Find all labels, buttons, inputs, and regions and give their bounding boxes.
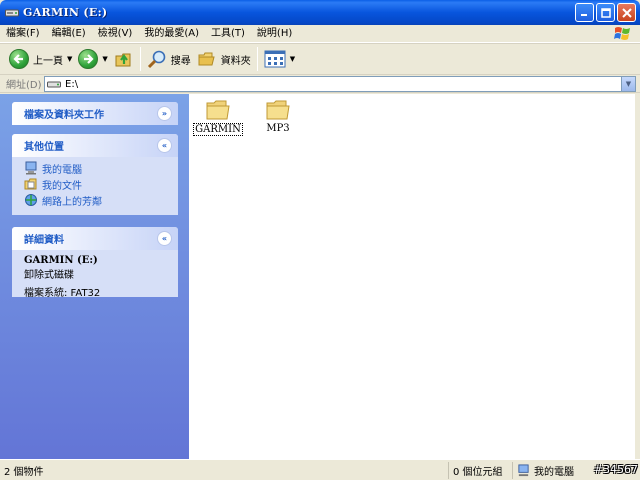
- drive-icon: [5, 9, 19, 17]
- windows-logo-icon: [614, 27, 630, 40]
- toolbar: 上一頁 ▼ ▼ 搜尋 資料夾 ▼: [0, 43, 640, 75]
- menu-edit[interactable]: 編輯(E): [46, 25, 92, 43]
- chevron-down-icon[interactable]: ▼: [67, 55, 72, 63]
- toolbar-separator: [256, 47, 258, 71]
- details-panel: 詳細資料 « GARMIN (E:) 卸除式磁碟 檔案系統: FAT32: [12, 227, 178, 299]
- address-bar: 網址(D) E:\ ▼: [0, 75, 640, 93]
- other-places-header[interactable]: 其他位置 «: [12, 134, 178, 157]
- task-pane: 檔案及資料夾工作 » 其他位置 « 我的電腦 我的文件 網路上的芳鄰 詳細資料 …: [0, 94, 189, 459]
- status-bar: 2 個物件 0 個位元組 我的電腦: [0, 459, 640, 480]
- folder-item-garmin[interactable]: GARMIN: [188, 99, 248, 136]
- toolbar-separator: [139, 47, 141, 71]
- link-label: 我的文件: [42, 180, 82, 192]
- address-dropdown-button[interactable]: ▼: [621, 77, 635, 91]
- close-button[interactable]: [617, 3, 636, 22]
- back-arrow-icon: [9, 49, 29, 69]
- status-size-cell: 0 個位元組: [448, 462, 512, 479]
- folder-label: MP3: [266, 123, 290, 134]
- link-label: 網路上的芳鄰: [42, 196, 102, 208]
- maximize-icon: [600, 7, 611, 18]
- views-button[interactable]: ▼: [261, 46, 298, 72]
- menu-tools[interactable]: 工具(T): [205, 25, 251, 43]
- other-places-panel: 其他位置 « 我的電腦 我的文件 網路上的芳鄰: [12, 134, 178, 215]
- file-tasks-panel: 檔案及資料夾工作 »: [12, 102, 178, 125]
- menu-bar: 檔案(F) 編輯(E) 檢視(V) 我的最愛(A) 工具(T) 說明(H): [0, 25, 640, 43]
- close-icon: [621, 7, 632, 18]
- status-size: 0 個位元組: [453, 467, 503, 478]
- menu-help[interactable]: 說明(H): [251, 25, 298, 43]
- folder-item-mp3[interactable]: MP3: [248, 99, 308, 134]
- collapse-icon[interactable]: «: [157, 231, 172, 246]
- watermark: #34567: [593, 463, 638, 476]
- maximize-button[interactable]: [596, 3, 615, 22]
- forward-arrow-icon: [78, 49, 99, 69]
- folders-icon: [198, 52, 215, 66]
- details-type: 卸除式磁碟: [24, 270, 74, 281]
- link-my-documents[interactable]: 我的文件: [24, 176, 166, 192]
- menu-view[interactable]: 檢視(V): [92, 25, 139, 43]
- window-title: GARMIN (E:): [23, 6, 108, 19]
- search-label: 搜尋: [170, 55, 191, 67]
- folder-icon: [266, 100, 290, 120]
- up-folder-button[interactable]: [111, 46, 137, 72]
- search-icon: [147, 50, 166, 69]
- computer-icon: [25, 161, 37, 175]
- details-filesystem: 檔案系統: FAT32: [24, 288, 101, 299]
- back-label: 上一頁: [33, 55, 63, 67]
- views-icon: [264, 50, 286, 68]
- folder-up-icon: [115, 53, 131, 67]
- status-object-count: 2 個物件: [4, 467, 44, 478]
- link-label: 我的電腦: [42, 164, 82, 176]
- documents-folder-icon: [24, 178, 37, 190]
- folder-label: GARMIN: [193, 123, 243, 136]
- file-view[interactable]: GARMIN MP3: [189, 94, 635, 459]
- link-network-places[interactable]: 網路上的芳鄰: [24, 192, 166, 208]
- file-tasks-header[interactable]: 檔案及資料夾工作 »: [12, 102, 178, 125]
- file-tasks-title: 檔案及資料夾工作: [24, 110, 104, 121]
- menu-file[interactable]: 檔案(F): [0, 25, 46, 43]
- details-name: GARMIN (E:): [24, 255, 98, 266]
- address-input[interactable]: E:\ ▼: [44, 76, 636, 92]
- back-button[interactable]: 上一頁 ▼: [6, 46, 75, 72]
- minimize-icon: [581, 14, 587, 16]
- status-location: 我的電腦: [534, 467, 574, 478]
- chevron-down-icon[interactable]: ▼: [290, 55, 295, 63]
- drive-icon: [47, 81, 61, 88]
- minimize-button[interactable]: [575, 3, 594, 22]
- folder-icon: [206, 100, 230, 120]
- chevron-down-icon[interactable]: ▼: [102, 55, 107, 63]
- forward-button[interactable]: ▼: [75, 46, 110, 72]
- address-label: 網址(D): [6, 80, 42, 91]
- folders-label: 資料夾: [220, 55, 251, 67]
- window-border: [635, 94, 640, 459]
- address-value: E:\: [65, 78, 79, 90]
- expand-icon[interactable]: »: [157, 106, 172, 121]
- details-header[interactable]: 詳細資料 «: [12, 227, 178, 250]
- network-icon: [25, 194, 37, 206]
- title-bar[interactable]: GARMIN (E:): [0, 0, 640, 25]
- link-my-computer[interactable]: 我的電腦: [24, 160, 166, 176]
- other-places-title: 其他位置: [24, 142, 64, 153]
- collapse-icon[interactable]: «: [157, 138, 172, 153]
- search-button[interactable]: 搜尋: [144, 46, 194, 72]
- folders-button[interactable]: 資料夾: [194, 46, 254, 72]
- details-title: 詳細資料: [24, 235, 64, 246]
- menu-favorites[interactable]: 我的最愛(A): [138, 25, 205, 43]
- computer-icon: [518, 464, 529, 477]
